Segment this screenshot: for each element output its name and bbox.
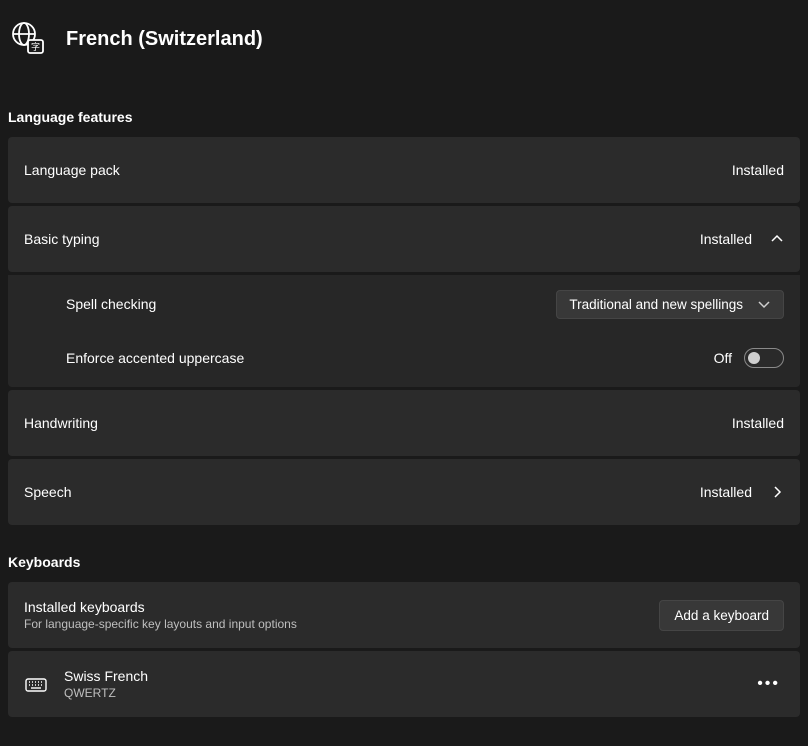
language-pack-status: Installed — [732, 162, 784, 178]
speech-status: Installed — [700, 484, 752, 500]
language-globe-icon: 字 — [8, 18, 48, 61]
language-features-heading: Language features — [0, 95, 808, 137]
handwriting-label: Handwriting — [24, 415, 98, 431]
keyboard-item[interactable]: Swiss French QWERTZ ••• — [8, 651, 800, 717]
basic-typing-label: Basic typing — [24, 231, 99, 247]
keyboards-heading: Keyboards — [0, 528, 808, 582]
accented-uppercase-toggle[interactable] — [744, 348, 784, 368]
handwriting-row[interactable]: Handwriting Installed — [8, 390, 800, 456]
accented-uppercase-state: Off — [714, 350, 732, 366]
keyboard-icon — [24, 672, 48, 696]
speech-row[interactable]: Speech Installed — [8, 459, 800, 525]
add-keyboard-button[interactable]: Add a keyboard — [659, 600, 784, 631]
spell-checking-row: Spell checking Traditional and new spell… — [8, 277, 800, 331]
installed-keyboards-subtitle: For language-specific key layouts and in… — [24, 617, 297, 631]
more-icon: ••• — [757, 675, 780, 692]
keyboard-more-button[interactable]: ••• — [753, 669, 784, 699]
page-header: 字 French (Switzerland) — [0, 0, 808, 85]
installed-keyboards-label: Installed keyboards — [24, 599, 297, 615]
basic-typing-status: Installed — [700, 231, 752, 247]
spell-checking-value: Traditional and new spellings — [569, 297, 743, 312]
basic-typing-row[interactable]: Basic typing Installed — [8, 206, 800, 272]
handwriting-status: Installed — [732, 415, 784, 431]
spell-checking-dropdown[interactable]: Traditional and new spellings — [556, 290, 784, 319]
accented-uppercase-label: Enforce accented uppercase — [66, 350, 244, 366]
chevron-right-icon — [770, 485, 784, 499]
chevron-down-icon — [757, 297, 771, 311]
keyboard-name: Swiss French — [64, 668, 737, 684]
keyboard-layout: QWERTZ — [64, 686, 737, 700]
spell-checking-label: Spell checking — [66, 296, 156, 312]
speech-label: Speech — [24, 484, 71, 500]
accented-uppercase-row: Enforce accented uppercase Off — [8, 331, 800, 385]
installed-keyboards-row: Installed keyboards For language-specifi… — [8, 582, 800, 648]
language-pack-row[interactable]: Language pack Installed — [8, 137, 800, 203]
basic-typing-expanded: Spell checking Traditional and new spell… — [8, 275, 800, 387]
page-title: French (Switzerland) — [66, 28, 263, 51]
chevron-up-icon — [770, 232, 784, 246]
language-pack-label: Language pack — [24, 162, 120, 178]
svg-text:字: 字 — [31, 41, 40, 52]
